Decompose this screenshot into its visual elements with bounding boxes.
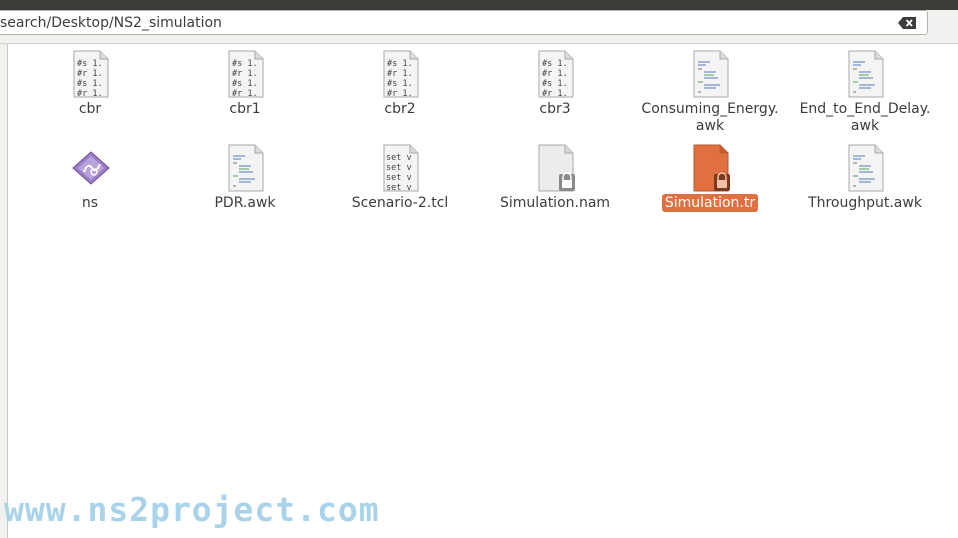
file-label: Scenario-2.tcl [351, 195, 449, 211]
preview-line: #s 1. [232, 59, 258, 69]
executable-icon [72, 151, 110, 185]
preview-line: set v [386, 153, 412, 163]
file-label: End_to_End_Delay. awk [799, 101, 931, 134]
file-label: Simulation.nam [499, 195, 611, 211]
text-file-icon: set v set v set v set v [383, 144, 419, 192]
preview-line: #r 1. [232, 89, 258, 98]
file-item-cbr1[interactable]: #s 1. #r 1. #s 1. #r 1. cbr1 [170, 44, 320, 134]
file-label: ns [81, 195, 99, 211]
preview-line: #r 1. [77, 69, 103, 79]
preview-line: #r 1. [542, 69, 568, 79]
file-item-cbr[interactable]: #s 1. #r 1. #s 1. #r 1. cbr [15, 44, 165, 134]
location-path[interactable]: search/Desktop/NS2_simulation [0, 15, 222, 31]
script-file-icon [693, 50, 729, 98]
file-item-scenario-2-tcl[interactable]: set v set v set v set v Scenario-2.tcl [325, 138, 475, 228]
preview-line: #r 1. [542, 89, 568, 98]
location-bar[interactable]: search/Desktop/NS2_simulation [0, 10, 928, 35]
locked-file-icon [538, 144, 575, 192]
toolbar-background [928, 10, 958, 35]
file-item-ns[interactable]: ns [15, 138, 165, 228]
preview-line: #s 1. [77, 59, 103, 69]
file-item-cbr3[interactable]: #s 1. #r 1. #s 1. #r 1. cbr3 [480, 44, 630, 134]
file-item-throughput-awk[interactable]: Throughput.awk [790, 138, 940, 228]
text-file-icon: #s 1. #r 1. #s 1. #r 1. [73, 50, 109, 98]
file-label: Consuming_Energy. awk [641, 101, 779, 134]
preview-line: #r 1. [387, 69, 413, 79]
text-file-icon: #s 1. #r 1. #s 1. #r 1. [538, 50, 574, 98]
file-item-consuming-energy-awk[interactable]: Consuming_Energy. awk [635, 44, 785, 134]
toolbar-strip [0, 35, 958, 44]
preview-line: #r 1. [77, 89, 103, 98]
clear-icon[interactable] [897, 16, 917, 30]
preview-line: #s 1. [232, 79, 258, 89]
file-item-simulation-nam[interactable]: Simulation.nam [480, 138, 630, 228]
text-file-icon: #s 1. #r 1. #s 1. #r 1. [383, 50, 419, 98]
text-file-icon: #s 1. #r 1. #s 1. #r 1. [228, 50, 264, 98]
file-label: cbr1 [229, 101, 261, 117]
preview-line: #s 1. [77, 79, 103, 89]
preview-line: set v [386, 183, 412, 192]
sidebar-edge[interactable] [0, 44, 8, 538]
script-file-icon [848, 144, 884, 192]
script-file-icon [228, 144, 264, 192]
preview-line: #s 1. [542, 79, 568, 89]
file-item-simulation-tr[interactable]: Simulation.tr [635, 138, 785, 228]
preview-line: #s 1. [542, 59, 568, 69]
file-item-pdr-awk[interactable]: PDR.awk [170, 138, 320, 228]
preview-line: #r 1. [387, 89, 413, 98]
file-item-end-to-end-delay-awk[interactable]: End_to_End_Delay. awk [790, 44, 940, 134]
preview-line: #r 1. [232, 69, 258, 79]
preview-line: set v [386, 173, 412, 183]
file-label: cbr2 [384, 101, 416, 117]
watermark: www.ns2project.com [4, 490, 380, 529]
script-file-icon [848, 50, 884, 98]
file-item-cbr2[interactable]: #s 1. #r 1. #s 1. #r 1. cbr2 [325, 44, 475, 134]
window-titlebar [0, 0, 958, 10]
locked-file-icon [693, 144, 730, 192]
file-label: cbr3 [539, 101, 571, 117]
preview-line: set v [386, 163, 412, 173]
preview-line: #s 1. [387, 59, 413, 69]
file-label: cbr [78, 101, 102, 117]
file-label: Throughput.awk [808, 195, 922, 211]
file-label: PDR.awk [214, 195, 276, 211]
preview-line: #s 1. [387, 79, 413, 89]
file-label: Simulation.tr [635, 194, 785, 212]
file-grid: #s 1. #r 1. #s 1. #r 1. cbr #s 1. #r 1. … [10, 44, 958, 538]
